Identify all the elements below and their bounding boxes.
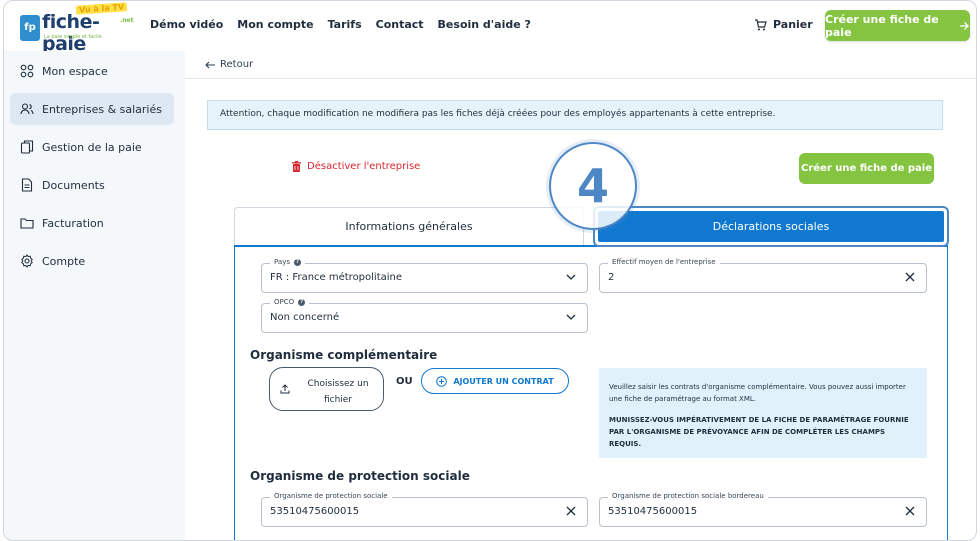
- tab-informations-generales[interactable]: Informations générales: [234, 207, 584, 245]
- section-title-protection: Organisme de protection sociale: [250, 469, 470, 483]
- info-text: Veuillez saisir les contrats d'organisme…: [609, 383, 906, 403]
- help-icon[interactable]: ?: [294, 258, 301, 266]
- create-payslip-button[interactable]: Créer une fiche de paie: [799, 153, 934, 184]
- cart-icon: [755, 18, 767, 30]
- bordereau-value: 53510475600015: [608, 506, 698, 517]
- create-payslip-header-button[interactable]: Créer une fiche de paie: [825, 10, 970, 41]
- top-header: fp fiche-paie Vu à la TV .net La paie si…: [4, 1, 976, 55]
- bordereau-field-label: Organisme de protection sociale borderea…: [608, 492, 768, 500]
- close-icon[interactable]: [904, 271, 916, 283]
- info-box: Veuillez saisir les contrats d'organisme…: [599, 368, 927, 458]
- upload-icon: [280, 384, 290, 394]
- arrow-left-icon: [205, 61, 215, 68]
- trash-icon: [292, 161, 301, 172]
- nav-demo-video[interactable]: Démo vidéo: [150, 18, 223, 31]
- main-content: Retour Attention, chaque modification ne…: [185, 51, 976, 540]
- pays-value: FR : France métropolitaine: [270, 272, 403, 283]
- plus-circle-icon: [436, 375, 448, 387]
- info-strong-text: MUNISSEZ-VOUS IMPÉRATIVEMENT DE LA FICHE…: [609, 416, 909, 448]
- cart-label: Panier: [773, 18, 813, 31]
- logo[interactable]: fp fiche-paie Vu à la TV .net La paie si…: [20, 2, 140, 55]
- sidebar-item-compte[interactable]: Compte: [10, 245, 174, 277]
- opco-field-label: OPCO?: [270, 298, 310, 306]
- create-payslip-header-label: Créer une fiche de paie: [825, 12, 939, 39]
- upload-label: Choisissez un fichier: [307, 379, 369, 405]
- add-contract-button[interactable]: AJOUTER UN CONTRAT: [421, 368, 569, 394]
- sidebar-item-facturation[interactable]: Facturation: [10, 207, 174, 239]
- or-separator: OU: [396, 376, 413, 387]
- step-number-badge: 4: [549, 142, 637, 230]
- nav-tarifs[interactable]: Tarifs: [328, 18, 362, 31]
- pays-label-text: Pays: [274, 258, 290, 266]
- gear-icon: [21, 254, 33, 268]
- documents-copy-icon: [20, 140, 34, 154]
- header-divider: [185, 78, 976, 79]
- help-icon[interactable]: ?: [298, 298, 306, 306]
- logo-badge: fp: [20, 15, 40, 41]
- cart-link[interactable]: Panier: [754, 18, 813, 31]
- sidebar: Mon espace Entreprises & salariés Gestio…: [4, 51, 185, 540]
- sidebar-item-label: Entreprises & salariés: [42, 102, 162, 116]
- document-icon: [21, 178, 33, 192]
- effectif-value: 2: [608, 272, 615, 283]
- protection-value: 53510475600015: [270, 506, 360, 517]
- opco-value: Non concerné: [270, 312, 340, 323]
- deactivate-company-button[interactable]: Désactiver l'entreprise: [292, 161, 420, 172]
- tab-declarations-sociales[interactable]: Déclarations sociales: [593, 206, 949, 247]
- deactivate-label: Désactiver l'entreprise: [307, 161, 421, 172]
- protection-sociale-bordereau-input[interactable]: Organisme de protection sociale borderea…: [599, 492, 927, 527]
- close-icon[interactable]: [904, 505, 916, 517]
- opco-select[interactable]: OPCO? Non concerné: [261, 298, 588, 333]
- file-upload-button[interactable]: Choisissez un fichier: [269, 367, 384, 411]
- effectif-input[interactable]: Effectif moyen de l'entreprise 2: [599, 258, 927, 293]
- nav-contact[interactable]: Contact: [376, 18, 424, 31]
- opco-label-text: OPCO: [274, 298, 295, 306]
- sidebar-item-gestion-paie[interactable]: Gestion de la paie: [10, 131, 174, 163]
- grid-icon: [20, 64, 34, 78]
- close-icon[interactable]: [565, 505, 577, 517]
- section-title-complementaire: Organisme complémentaire: [250, 348, 438, 362]
- sidebar-item-mon-espace[interactable]: Mon espace: [10, 55, 174, 87]
- arrow-right-icon: [960, 21, 970, 30]
- folder-icon: [20, 218, 34, 229]
- tab-declarations-sociales-label: Déclarations sociales: [598, 211, 944, 242]
- nav-mon-compte[interactable]: Mon compte: [237, 18, 313, 31]
- back-link[interactable]: Retour: [205, 59, 253, 70]
- sidebar-item-label: Gestion de la paie: [42, 140, 142, 154]
- add-contract-label: AJOUTER UN CONTRAT: [453, 376, 554, 386]
- sidebar-item-label: Mon espace: [42, 64, 108, 78]
- effectif-field-label: Effectif moyen de l'entreprise: [608, 258, 720, 266]
- pays-field-label: Pays?: [270, 258, 305, 266]
- warning-notice: Attention, chaque modification ne modifi…: [207, 100, 943, 130]
- sidebar-item-documents[interactable]: Documents: [10, 169, 174, 201]
- users-icon: [20, 103, 34, 115]
- chevron-down-icon: [566, 274, 576, 280]
- pays-select[interactable]: Pays? FR : France métropolitaine: [261, 258, 588, 293]
- protection-field-label: Organisme de protection sociale: [270, 492, 392, 500]
- logo-net: .net: [120, 17, 134, 24]
- protection-sociale-input[interactable]: Organisme de protection sociale 53510475…: [261, 492, 588, 527]
- main-nav: Démo vidéo Mon compte Tarifs Contact Bes…: [150, 18, 545, 31]
- back-label: Retour: [220, 59, 254, 70]
- logo-tagline: La paie simple et facile: [44, 34, 102, 40]
- sidebar-item-label: Facturation: [42, 216, 104, 230]
- chevron-down-icon: [566, 314, 576, 320]
- sidebar-item-label: Documents: [42, 178, 105, 192]
- sidebar-item-entreprises[interactable]: Entreprises & salariés: [10, 93, 174, 125]
- sidebar-item-label: Compte: [42, 254, 86, 268]
- nav-besoin-aide[interactable]: Besoin d'aide ?: [438, 18, 531, 31]
- app-frame: fp fiche-paie Vu à la TV .net La paie si…: [3, 0, 977, 541]
